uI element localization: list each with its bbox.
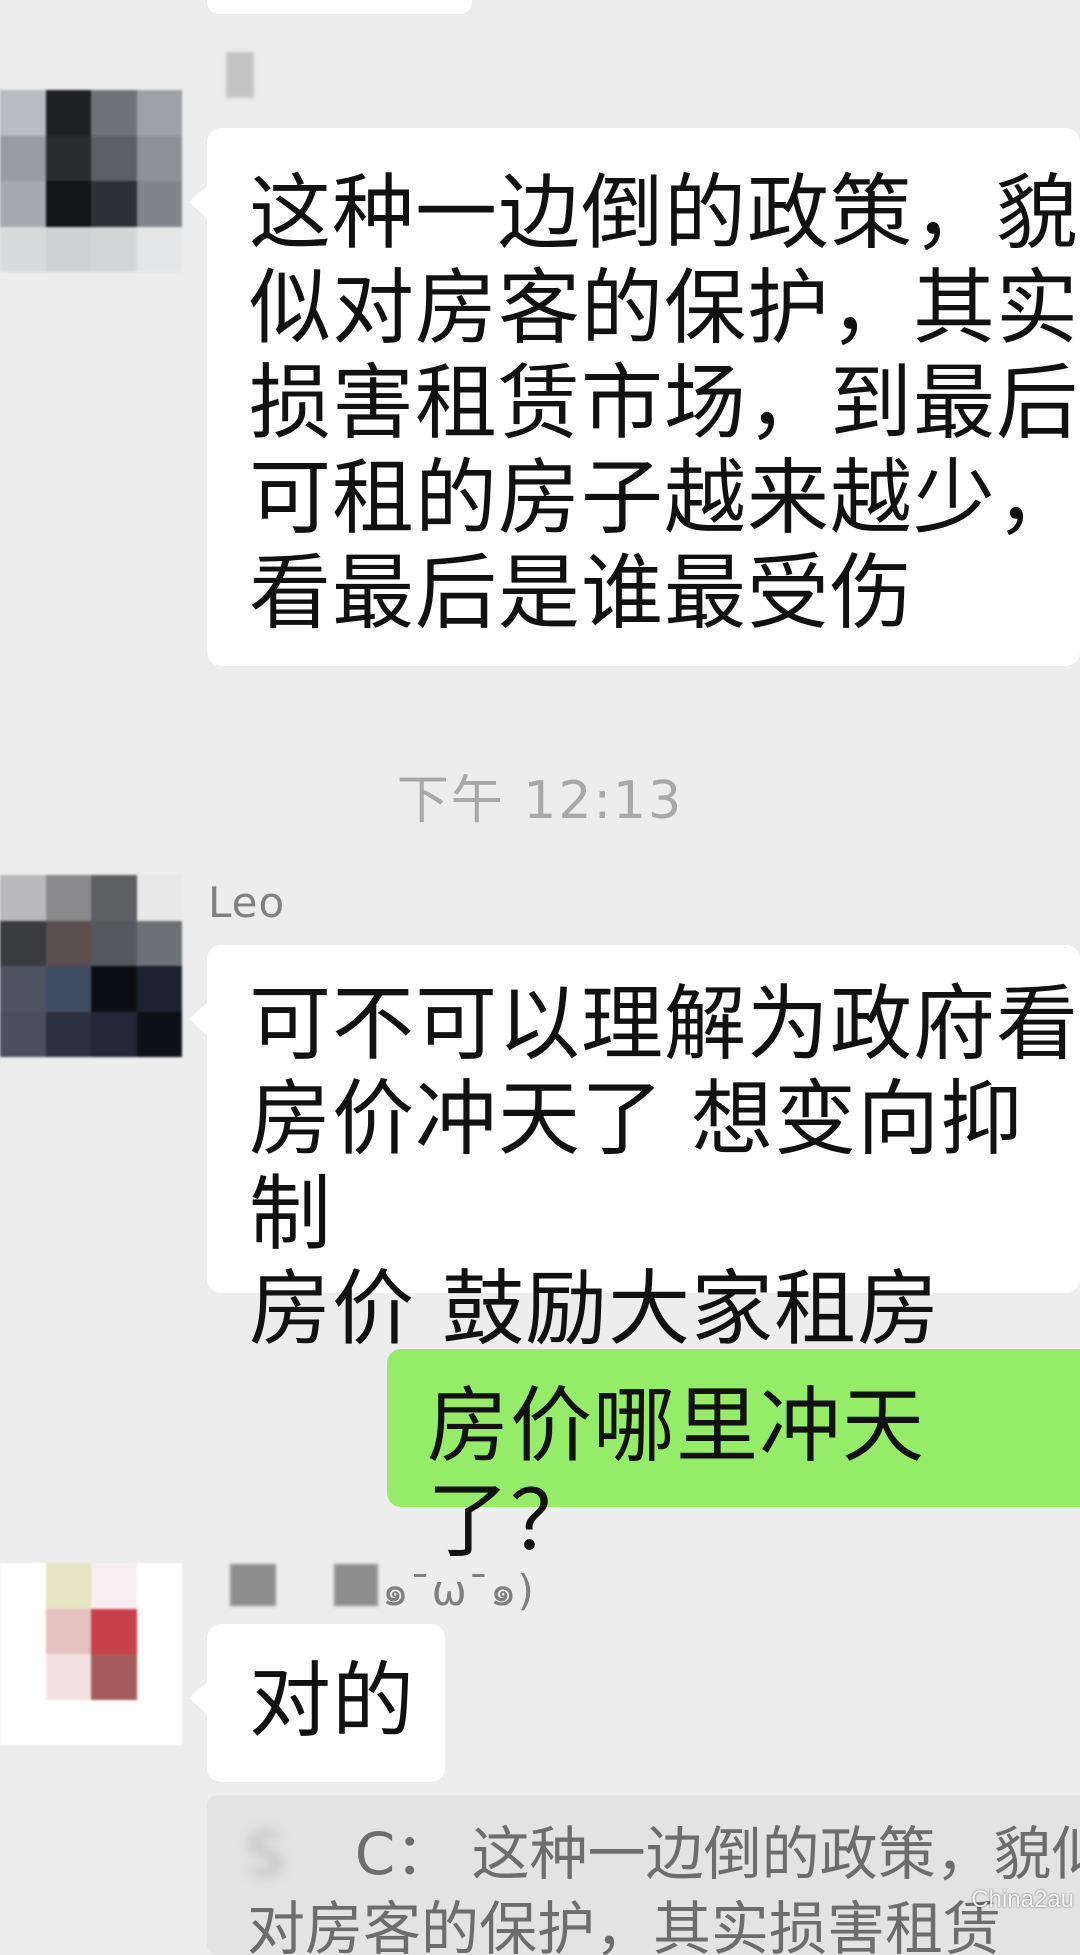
sender-avatar[interactable] xyxy=(0,1563,182,1745)
message-line: 看最后是谁最受伤 xyxy=(249,546,914,641)
quote-line: S C： 这种一边倒的政策，貌似 xyxy=(247,1817,1080,1892)
sender-name-masked xyxy=(230,1564,378,1606)
sender-avatar[interactable] xyxy=(0,90,182,272)
chat-view: 这种一边倒的政策，貌 似对房客的保护，其实 损害租赁市场，到最后 可租的房子越来… xyxy=(0,0,1080,1955)
message-line: 可租的房子越来越少， xyxy=(249,451,1080,546)
message-line: 这种一边倒的政策，貌 xyxy=(249,166,1080,261)
message-bubble[interactable]: 这种一边倒的政策，貌 似对房客的保护，其实 损害租赁市场，到最后 可租的房子越来… xyxy=(189,128,1080,666)
message-line: 似对房客的保护，其实 xyxy=(249,261,1080,356)
quote-text: 这种一边倒的政策，貌似 xyxy=(471,1820,1080,1888)
sender-name: Leo xyxy=(208,878,286,927)
message-bubble[interactable]: 可不可以理解为政府看 房价冲天了 想变向抑制 房价 鼓励大家租房 xyxy=(189,945,1080,1357)
message-line: 对的 xyxy=(249,1654,416,1749)
message-line: 房价哪里冲天了？ xyxy=(427,1379,926,1569)
previous-message-bubble[interactable] xyxy=(207,0,472,14)
message-line: 房价 鼓励大家租房 xyxy=(249,1262,941,1357)
message-line: 可不可以理解为政府看 xyxy=(249,977,1080,1072)
watermark: Chinа2au xyxy=(971,1886,1074,1913)
sender-name-suffix: ๑¯ω¯๑) xyxy=(382,1566,535,1615)
message-bubble[interactable]: 对的 xyxy=(189,1624,445,1782)
quote-sender-masked: S xyxy=(247,1820,284,1888)
my-message-bubble[interactable]: 房价哪里冲天了？ xyxy=(387,1349,1080,1569)
quoted-message[interactable]: S C： 这种一边倒的政策，貌似 对房客的保护，其实损害租赁 xyxy=(207,1795,1080,1955)
quote-sender-tail: C： xyxy=(354,1820,454,1888)
sender-avatar[interactable] xyxy=(0,875,182,1057)
quote-line: 对房客的保护，其实损害租赁 xyxy=(247,1895,1002,1955)
sender-name-masked xyxy=(226,52,254,98)
time-divider: 下午 12:13 xyxy=(396,771,684,831)
message-line: 房价冲天了 想变向抑制 xyxy=(249,1072,1024,1262)
message-line: 损害租赁市场，到最后 xyxy=(249,356,1080,451)
